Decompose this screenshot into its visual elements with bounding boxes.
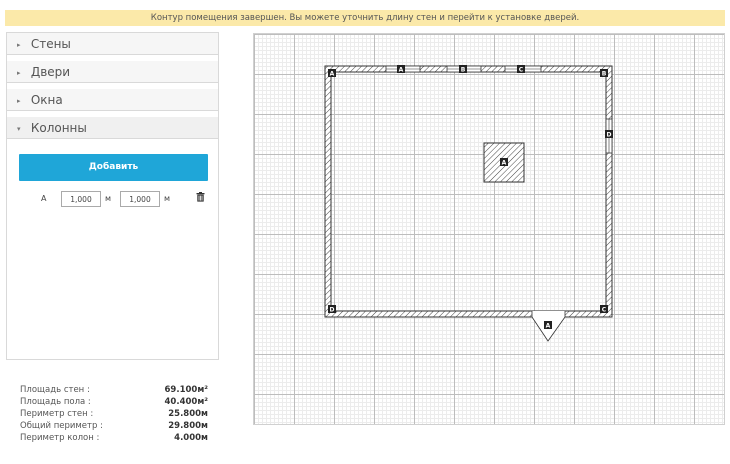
column-name: A (41, 194, 47, 203)
svg-text:C: C (602, 306, 607, 313)
svg-text:B: B (461, 66, 466, 73)
stat-floor-area: Площадь пола : 40.400м² (20, 396, 208, 408)
label-door-a: A (544, 321, 552, 329)
unit-label: м (164, 194, 171, 203)
label-corner-d: D (328, 305, 336, 313)
stat-value: 25.800м (168, 409, 208, 419)
stat-column-perimeter: Периметр колон : 4.000м (20, 432, 208, 444)
section-columns[interactable]: ▾ Колонны (7, 117, 218, 139)
label-corner-b: B (600, 69, 608, 77)
chevron-down-icon: ▾ (17, 125, 21, 133)
label-corner-a: A (328, 69, 336, 77)
section-label: Двери (30, 65, 71, 79)
stat-value: 69.100м² (164, 385, 208, 395)
room-walls[interactable] (324, 65, 613, 318)
label-corner-c: C (600, 305, 608, 313)
floor-plan: A B C D A B C D A A (324, 65, 613, 342)
stat-value: 4.000м (174, 433, 208, 443)
stat-label: Периметр стен : (20, 409, 94, 419)
stat-total-perimeter: Общий периметр : 29.800м (20, 420, 208, 432)
svg-text:A: A (399, 66, 404, 73)
svg-text:C: C (519, 66, 524, 73)
svg-text:D: D (330, 306, 335, 313)
status-banner: Контур помещения завершен. Вы можете уто… (5, 10, 725, 26)
trash-icon[interactable] (196, 192, 205, 205)
section-windows[interactable]: ▸ Окна (7, 89, 218, 111)
section-label: Стены (30, 37, 71, 51)
section-doors[interactable]: ▸ Двери (7, 61, 218, 83)
stat-label: Площадь стен : (20, 385, 90, 395)
stat-wall-perimeter: Периметр стен : 25.800м (20, 408, 208, 420)
unit-label: м (105, 194, 112, 203)
column-width-input[interactable] (61, 191, 101, 207)
stat-wall-area: Площадь стен : 69.100м² (20, 384, 208, 396)
chevron-right-icon: ▸ (17, 97, 21, 105)
stat-label: Периметр колон : (20, 433, 100, 443)
section-label: Колонны (30, 121, 87, 135)
svg-text:B: B (602, 70, 607, 77)
section-label: Окна (30, 93, 63, 107)
svg-text:A: A (330, 70, 335, 77)
svg-text:A: A (546, 322, 551, 329)
chevron-right-icon: ▸ (17, 69, 21, 77)
add-column-button[interactable]: Добавить (19, 154, 208, 181)
chevron-right-icon: ▸ (17, 41, 21, 49)
svg-text:A: A (502, 159, 507, 166)
column-depth-input[interactable] (120, 191, 160, 207)
room-stats: Площадь стен : 69.100м² Площадь пола : 4… (20, 384, 208, 444)
section-walls[interactable]: ▸ Стены (7, 33, 218, 55)
stat-value: 40.400м² (164, 397, 208, 407)
stat-value: 29.800м (168, 421, 208, 431)
label-window-a: A (397, 65, 405, 73)
label-window-d: D (605, 130, 613, 138)
label-column-a: A (500, 158, 508, 166)
stat-label: Площадь пола : (20, 397, 91, 407)
sidebar-accordion: ▸ Стены ▸ Двери ▸ Окна ▾ Колонны Добавит… (6, 32, 219, 360)
svg-text:D: D (607, 131, 612, 138)
label-window-c: C (517, 65, 525, 73)
label-window-b: B (459, 65, 467, 73)
stat-label: Общий периметр : (20, 421, 103, 431)
